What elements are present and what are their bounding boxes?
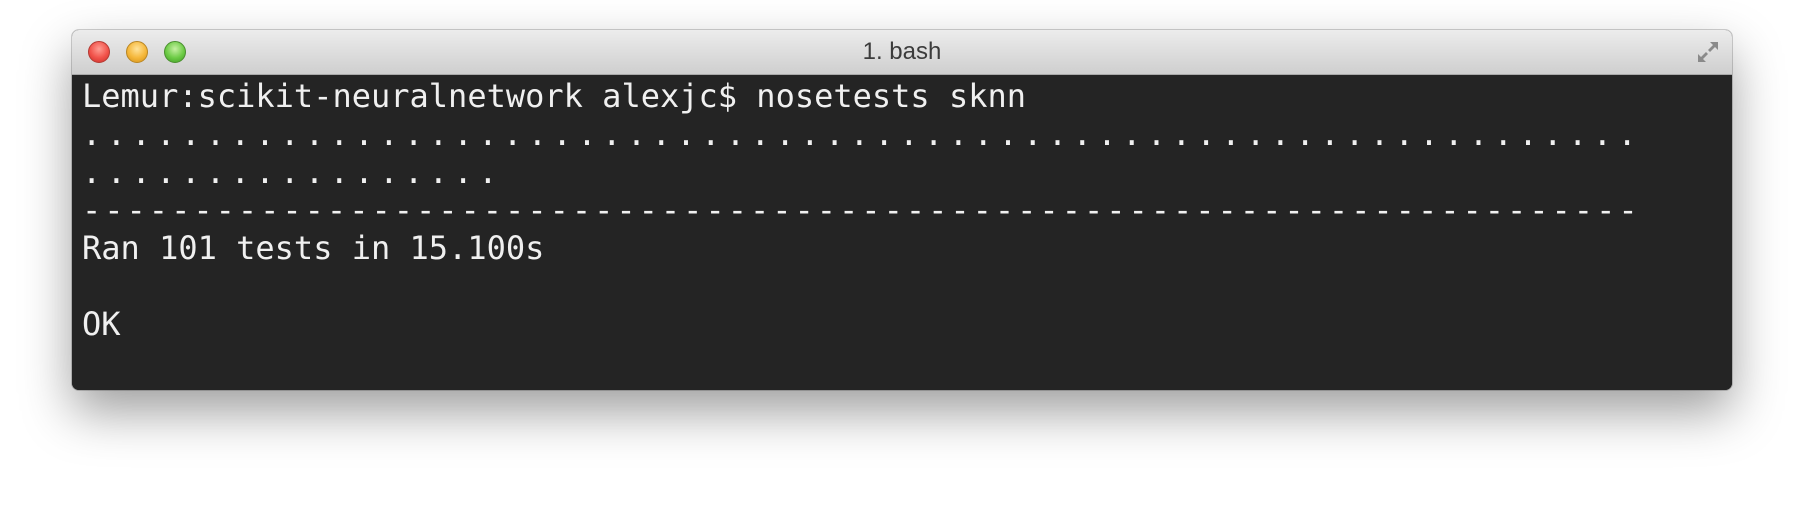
separator-line: ----------------------------------------… — [82, 191, 1641, 229]
fullscreen-icon[interactable] — [1694, 38, 1722, 66]
test-result: OK — [82, 305, 121, 343]
terminal-output[interactable]: Lemur:scikit-neuralnetwork alexjc$ noset… — [72, 75, 1732, 390]
window-title: 1. bash — [862, 38, 942, 65]
title-bar[interactable]: 1. bash — [72, 30, 1732, 75]
test-summary: Ran 101 tests in 15.100s — [82, 229, 545, 267]
test-progress-dots-continued: ................. — [82, 153, 504, 191]
prompt-line: Lemur:scikit-neuralnetwork alexjc$ noset… — [82, 77, 1027, 115]
test-progress-dots: ........................................… — [82, 115, 1643, 153]
terminal-window: 1. bash Lemur:scikit-neuralnetwork alexj… — [72, 30, 1732, 390]
